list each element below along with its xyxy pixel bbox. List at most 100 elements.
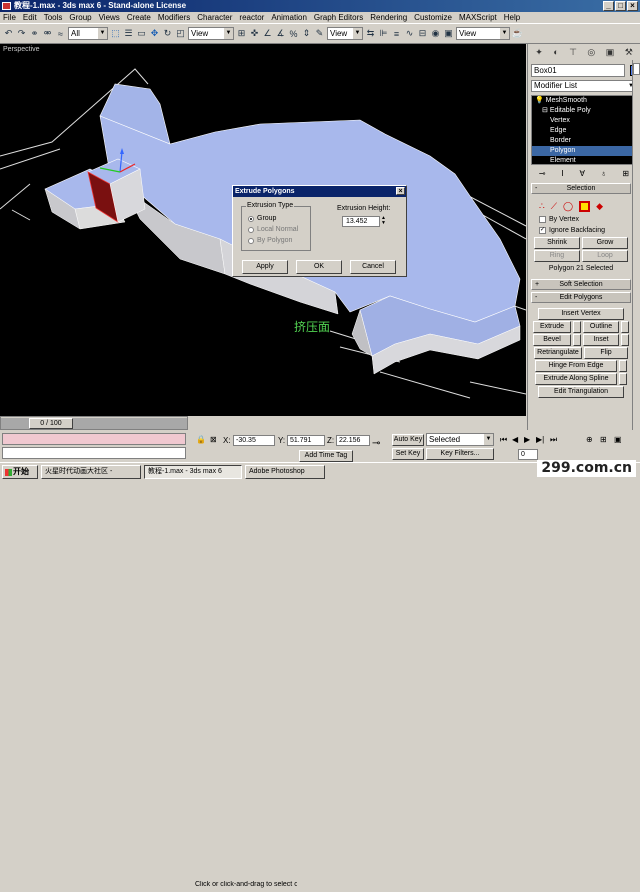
auto-key-button[interactable]: Auto Key [392, 434, 424, 446]
time-slider-track[interactable]: 0 / 100 [0, 416, 188, 430]
polygon-icon[interactable] [579, 201, 590, 212]
material-editor-icon[interactable]: ◉ [430, 27, 441, 41]
percent-snap-icon[interactable]: % [288, 27, 299, 41]
menu-animation[interactable]: Animation [271, 12, 307, 23]
stack-item-element[interactable]: Element [532, 156, 635, 166]
key-set-dropdown[interactable]: Selected▼ [426, 433, 494, 446]
go-to-start-icon[interactable]: ⏮ [500, 435, 507, 445]
curve-editor-icon[interactable]: ∿ [404, 27, 415, 41]
mirror-icon[interactable]: ⇆ [365, 27, 376, 41]
border-icon[interactable]: ◯ [563, 201, 573, 212]
link-icon[interactable]: ⚭ [29, 27, 40, 41]
play-icon[interactable]: ▶ [524, 435, 530, 444]
scrollbar-thumb[interactable] [633, 63, 640, 75]
unlink-icon[interactable]: ⚮ [42, 27, 53, 41]
taskbar-item-browser[interactable]: 火星时代动画大社区 - [41, 465, 141, 479]
stack-item-meshsmooth[interactable]: 💡 MeshSmooth [532, 96, 635, 106]
outline-settings-button[interactable] [621, 321, 629, 333]
edit-triangulation-button[interactable]: Edit Triangulation [538, 386, 624, 398]
maxscript-listener-mini[interactable] [2, 433, 186, 445]
current-frame-field[interactable]: 0 [518, 449, 538, 460]
apply-button[interactable]: Apply [242, 260, 288, 274]
select-by-name-icon[interactable]: ☰ [123, 27, 134, 41]
reference-coordinate-dropdown[interactable]: View▼ [188, 27, 234, 40]
x-coordinate-field[interactable]: -30.35 [233, 435, 275, 446]
time-slider[interactable]: 0 / 100 [29, 418, 73, 429]
stack-item-editable-poly[interactable]: ⊟ Editable Poly [532, 106, 635, 116]
menu-customize[interactable]: Customize [414, 12, 452, 23]
key-filters-button[interactable]: Key Filters... [426, 448, 494, 460]
select-move-icon[interactable]: ✥ [149, 27, 160, 41]
ring-button[interactable]: Ring [534, 250, 580, 262]
edit-polygons-rollout-header[interactable]: -Edit Polygons [531, 292, 631, 303]
flip-button[interactable]: Flip [584, 347, 628, 359]
extrude-along-spline-button[interactable]: Extrude Along Spline [535, 373, 617, 385]
create-tab-icon[interactable]: ✦ [535, 47, 543, 58]
absolute-mode-icon[interactable]: ⊠ [210, 435, 217, 444]
outline-button[interactable]: Outline [583, 321, 619, 333]
taskbar-item-3dsmax[interactable]: 教程-1.max - 3ds max 6 [144, 465, 242, 479]
select-object-icon[interactable]: ⬚ [110, 27, 121, 41]
stack-item-edge[interactable]: Edge [532, 126, 635, 136]
vertex-icon[interactable]: ∴ [539, 201, 545, 212]
close-icon[interactable]: × [396, 187, 405, 195]
taskbar-item-photoshop[interactable]: Adobe Photoshop [245, 465, 325, 479]
y-coordinate-field[interactable]: 51.791 [287, 435, 325, 446]
next-frame-icon[interactable]: ▶| [536, 435, 544, 444]
bind-space-warp-icon[interactable]: ≈ [55, 27, 66, 41]
inset-button[interactable]: Inset [583, 334, 619, 346]
hierarchy-tab-icon[interactable]: ⊤ [569, 47, 577, 58]
quick-render-icon[interactable]: ☕ [512, 27, 523, 41]
edge-icon[interactable]: ⟋ [551, 201, 557, 212]
undo-icon[interactable]: ↶ [3, 27, 14, 41]
menu-create[interactable]: Create [127, 12, 151, 23]
named-selection-dropdown[interactable]: View▼ [327, 27, 363, 40]
zoom-extents-icon[interactable]: ▣ [614, 435, 622, 444]
by-vertex-checkbox[interactable]: By Vertex [533, 214, 629, 225]
menu-help[interactable]: Help [504, 12, 520, 23]
lock-icon[interactable]: 🔒 [196, 435, 206, 444]
menu-tools[interactable]: Tools [44, 12, 63, 23]
radio-local-normal[interactable]: Local Normal [248, 226, 298, 233]
remove-modifier-icon[interactable]: ♁ [601, 169, 607, 179]
spinner-snap-icon[interactable]: ⇕ [301, 27, 312, 41]
menu-maxscript[interactable]: MAXScript [459, 12, 497, 23]
radio-group[interactable]: Group [248, 215, 276, 222]
previous-frame-icon[interactable]: ◀ [512, 435, 518, 444]
inset-settings-button[interactable] [621, 334, 629, 346]
grow-button[interactable]: Grow [582, 237, 628, 249]
cancel-button[interactable]: Cancel [350, 260, 396, 274]
retriangulate-button[interactable]: Retriangulate [534, 347, 582, 359]
maxscript-input-mini[interactable] [2, 447, 186, 459]
configure-modifier-sets-icon[interactable]: ⊞ [622, 169, 629, 179]
align-icon[interactable]: ⊫ [378, 27, 389, 41]
extrude-settings-button[interactable] [573, 321, 581, 333]
schematic-view-icon[interactable]: ⊟ [417, 27, 428, 41]
show-end-result-icon[interactable]: Ⅰ [561, 169, 563, 179]
spline-settings-button[interactable] [619, 373, 627, 385]
selection-filter-dropdown[interactable]: All▼ [68, 27, 108, 40]
spinner-icon[interactable]: ▲▼ [381, 216, 387, 227]
shrink-button[interactable]: Shrink [534, 237, 580, 249]
menu-reactor[interactable]: reactor [239, 12, 264, 23]
object-name-field[interactable]: Box01 [531, 64, 625, 77]
hinge-settings-button[interactable] [619, 360, 627, 372]
go-to-end-icon[interactable]: ⏭ [550, 435, 557, 445]
menu-graph-editors[interactable]: Graph Editors [314, 12, 363, 23]
loop-button[interactable]: Loop [582, 250, 628, 262]
redo-icon[interactable]: ↷ [16, 27, 27, 41]
command-panel-scrollbar[interactable] [632, 60, 640, 436]
menu-group[interactable]: Group [69, 12, 91, 23]
stack-item-polygon[interactable]: Polygon [532, 146, 635, 156]
modifier-list-dropdown[interactable]: Modifier List ▼ [531, 80, 636, 92]
add-time-tag-button[interactable]: Add Time Tag [299, 450, 353, 462]
ok-button[interactable]: OK [296, 260, 342, 274]
ignore-backfacing-checkbox[interactable]: ✓Ignore Backfacing [533, 225, 629, 236]
close-button[interactable]: × [627, 1, 638, 11]
radio-by-polygon[interactable]: By Polygon [248, 237, 292, 244]
menu-views[interactable]: Views [99, 12, 120, 23]
menu-character[interactable]: Character [197, 12, 232, 23]
bevel-button[interactable]: Bevel [533, 334, 571, 346]
display-tab-icon[interactable]: ▣ [606, 47, 615, 58]
snap-toggle-icon[interactable]: ∠ [262, 27, 273, 41]
